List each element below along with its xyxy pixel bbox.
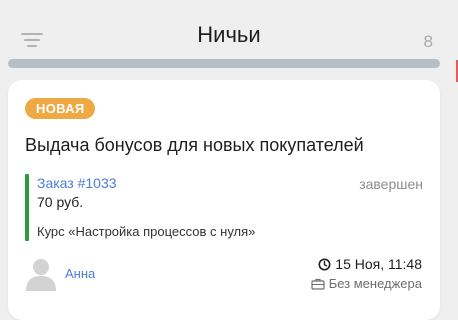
column-count: 8 [423, 32, 433, 51]
column-progress-track [8, 59, 440, 68]
column-header: Ничьи 8 [0, 0, 458, 70]
order-price: 70 руб. [37, 194, 84, 210]
order-block: Заказ #1033 завершен 70 руб. Курс «Настр… [25, 173, 423, 243]
clock-icon [318, 258, 331, 270]
date-row: 15 Ноя, 11:48 [318, 256, 422, 272]
order-link[interactable]: Заказ #1033 [37, 175, 117, 191]
briefcase-icon [311, 278, 325, 290]
user-name-link[interactable]: Анна [65, 266, 95, 281]
order-course: Курс «Настройка процессов с нуля» [37, 224, 256, 239]
column-progress-fill [8, 59, 440, 68]
user-avatar-icon[interactable] [25, 257, 57, 291]
deal-card[interactable]: НОВАЯ Выдача бонусов для новых покупател… [8, 80, 440, 320]
order-status: завершен [359, 176, 423, 192]
status-badge: НОВАЯ [25, 98, 96, 119]
date-text: 15 Ноя, 11:48 [335, 256, 422, 272]
deal-title[interactable]: Выдача бонусов для новых покупателей [25, 135, 364, 156]
manager-row: Без менеджера [311, 276, 422, 291]
column-title: Ничьи [197, 22, 261, 47]
order-status-bar [25, 174, 29, 241]
manager-text: Без менеджера [328, 276, 422, 291]
